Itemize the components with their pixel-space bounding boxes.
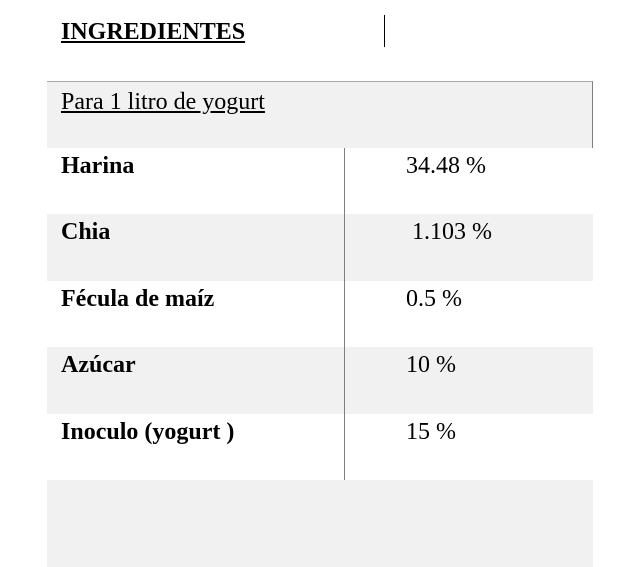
- ingredient-percentage: 1.103 %: [406, 219, 492, 246]
- empty-table-row: [47, 480, 593, 567]
- ingredient-name: Chia: [61, 219, 111, 246]
- ingredient-percentage: 10 %: [406, 352, 456, 379]
- table-row-harina: Harina 34.48 %: [47, 148, 593, 214]
- ingredient-name: Fécula de maíz: [61, 285, 215, 312]
- table-row-azucar: Azúcar 10 %: [47, 347, 593, 414]
- ingredients-heading: INGREDIENTES: [61, 19, 246, 45]
- ingredient-percentage: 34.48 %: [406, 153, 486, 179]
- column-divider: [344, 148, 345, 480]
- table-row-fecula: Fécula de maíz 0.5 %: [47, 281, 593, 347]
- ingredient-name: Azúcar: [61, 352, 136, 379]
- ingredient-percentage: 15 %: [406, 418, 456, 445]
- ingredient-name: Harina: [61, 153, 135, 179]
- ingredient-name: Inoculo (yogurt ): [61, 418, 235, 445]
- ingredients-table: Para 1 litro de yogurt Harina 34.48 % Ch…: [47, 81, 593, 480]
- quantity-basis-label: Para 1 litro de yogurt: [61, 89, 265, 115]
- table-row-inoculo: Inoculo (yogurt ) 15 %: [47, 414, 593, 480]
- ingredient-percentage: 0.5 %: [406, 285, 462, 312]
- text-cursor: [384, 15, 385, 47]
- table-row-chia: Chia 1.103 %: [47, 214, 593, 281]
- table-subheader: Para 1 litro de yogurt: [47, 81, 593, 148]
